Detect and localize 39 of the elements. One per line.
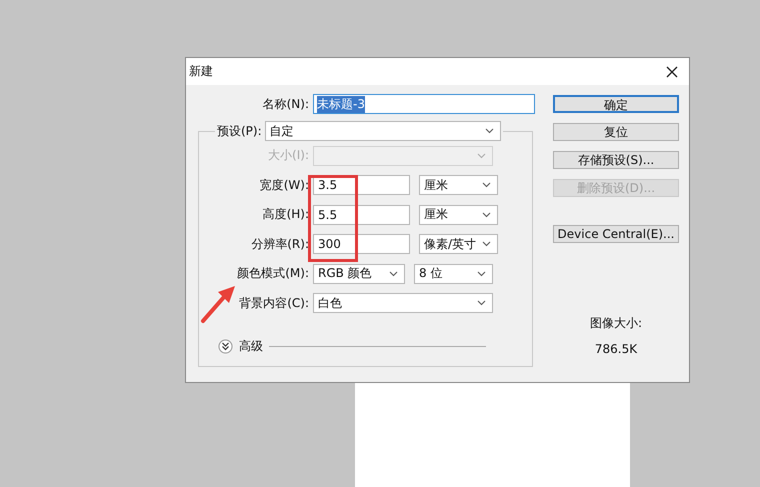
chevron-icon [482, 241, 491, 248]
chevron-icon [477, 270, 486, 277]
background-dropdown[interactable]: 白色 [313, 293, 493, 314]
dialog-button[interactable]: 确定 [553, 95, 679, 113]
field-label: 预设(P): [217, 122, 262, 140]
expand-icon[interactable] [218, 339, 233, 354]
field-label: 名称(N): [262, 96, 309, 112]
bit-depth-dropdown[interactable]: 8 位 [414, 264, 493, 284]
field-label: 背景内容(C): [238, 294, 309, 312]
number-field[interactable]: 5.5 [313, 204, 410, 225]
chevron-icon [482, 212, 491, 218]
dialog-button[interactable]: 复位 [553, 123, 679, 141]
dialog-button[interactable]: 存储预设(S)... [553, 151, 679, 169]
unit-dropdown[interactable]: 像素/英寸 [419, 234, 498, 254]
dialog-button[interactable]: Device Central(E)... [553, 225, 679, 243]
preset-dropdown[interactable]: 自定 [264, 121, 501, 141]
close-icon[interactable] [666, 66, 678, 78]
number-field[interactable]: 3.5 [313, 175, 410, 196]
field-label: 分辨率(R): [250, 236, 309, 253]
field-label: 高度(H): [262, 206, 309, 224]
field-value: 未标题-3 [317, 96, 365, 112]
unit-dropdown[interactable]: 厘米 [419, 175, 498, 196]
field-label: 宽度(W): [258, 176, 309, 194]
name-field[interactable]: 未标题-3 [313, 94, 535, 114]
image-size-label: 图像大小: [590, 315, 642, 332]
number-field[interactable]: 300 [313, 234, 410, 254]
chevron-icon [389, 270, 398, 277]
field-label: 大小(I): [267, 147, 309, 164]
chevron-icon [477, 300, 486, 306]
unit-dropdown[interactable]: 厘米 [419, 204, 498, 225]
advanced-label: 高级 [239, 338, 263, 355]
field-label: 颜色模式(M): [236, 265, 309, 282]
color-mode-dropdown[interactable]: RGB 颜色 [313, 264, 405, 284]
annotation-arrow [200, 284, 238, 324]
chevron-icon [477, 152, 486, 159]
image-size-value: 786.5K [594, 342, 638, 356]
chevron-icon [482, 182, 491, 188]
window-title: 新建 [189, 63, 213, 80]
chevron-icon [484, 128, 494, 134]
